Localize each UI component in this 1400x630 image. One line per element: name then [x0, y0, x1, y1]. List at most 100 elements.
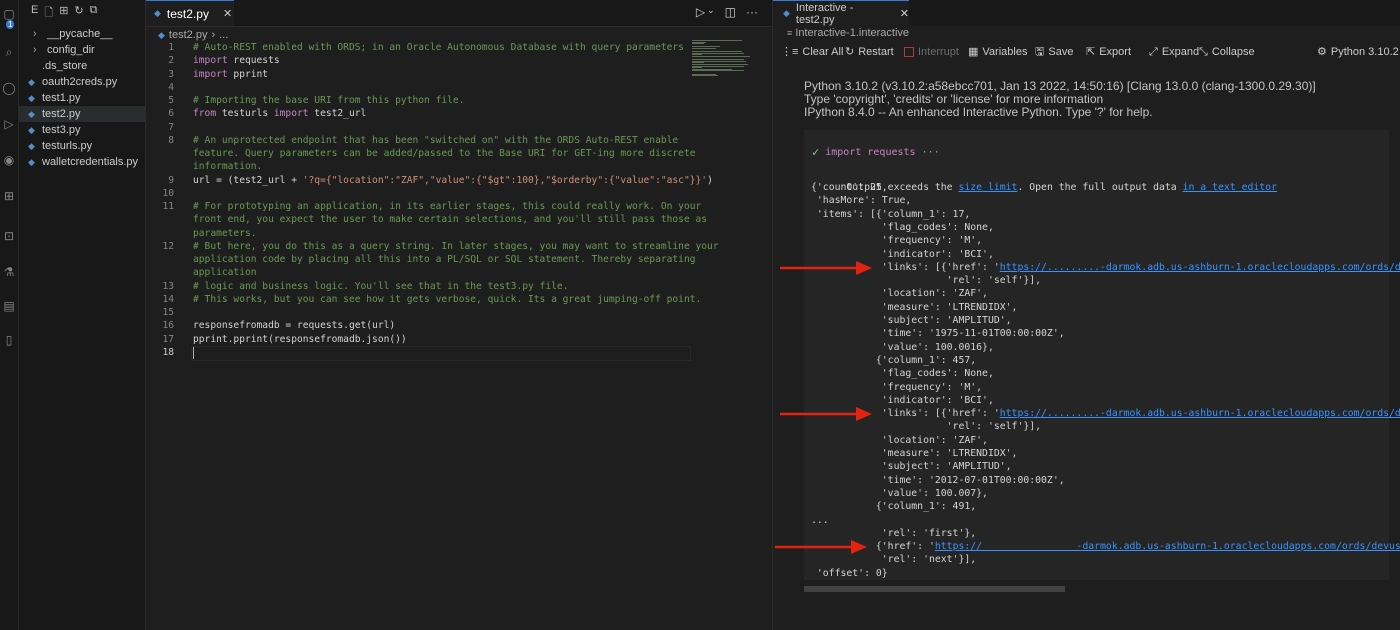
breadcrumb-file[interactable]: Interactive-1.interactive — [795, 27, 909, 39]
github-icon[interactable]: ◉ — [0, 150, 18, 170]
export-button[interactable]: ⇱ Export — [1086, 43, 1131, 61]
tree-item[interactable]: ◆ test3.py — [19, 122, 145, 138]
code-token: '?q={"location":"ZAF","value":{"$gt":100… — [302, 174, 708, 186]
save-label: Save — [1048, 46, 1074, 58]
cell-more[interactable]: ··· — [922, 147, 940, 158]
line-number: 6 — [168, 108, 174, 120]
explorer-panel: E 🗋 ⊞ ↻ ⧉ › __pycache__ › config_dir .ds_sto… — [19, 0, 146, 630]
line-number: 8 — [168, 134, 174, 146]
output-line: 'offset': 0} — [811, 567, 888, 580]
python-file-icon: ◆ — [28, 93, 35, 103]
remote-explorer-icon[interactable]: ⊡ — [0, 226, 18, 246]
code-token: application code by placing all this int… — [193, 254, 696, 265]
testing-icon[interactable]: ⚗ — [0, 262, 18, 282]
href-link[interactable]: https://.........-darmok.adb.us-ashburn-… — [1000, 262, 1400, 273]
export-icon: ⇱ — [1086, 46, 1096, 58]
interactive-toolbar: ⋮≡ Clear All ↻ Restart Interrupt ▦ Variable… — [773, 43, 1400, 61]
code-token: # Auto-REST enabled with ORDS; in an Ora… — [193, 42, 684, 53]
run-python-icon[interactable]: ▷ — [696, 5, 705, 19]
interactive-window: ◆ Interactive - test2.py ✕ ≡ Interactive… — [773, 0, 1400, 630]
href-link[interactable]: https://.........-darmok.adb.us-ashburn-… — [1000, 408, 1400, 419]
code-token: import — [273, 108, 309, 120]
size-limit-link[interactable]: size limit — [958, 182, 1017, 193]
output-text: 'flag_codes': None, — [811, 221, 994, 233]
tab-test2-py[interactable]: ◆ test2.py ✕ — [146, 0, 234, 26]
output-notice: Output exceeds the size limit. Open the … — [811, 168, 1277, 193]
editor-tab-bar: ◆ test2.py ✕ ▷ ⌄ ◫ ··· — [146, 0, 772, 27]
chevron-right-icon: › — [33, 28, 37, 40]
tree-item[interactable]: .ds_store — [19, 58, 145, 74]
output-line: 'flag_codes': None, — [811, 367, 994, 380]
code-line: 12 # But here, you do this as a query str… — [146, 240, 718, 253]
cell-input[interactable]: ✓ import requests ··· — [812, 145, 940, 159]
tab-interactive-test2[interactable]: ◆ Interactive - test2.py ✕ — [773, 0, 909, 26]
tree-item-label: testurls.py — [42, 140, 93, 152]
minimap-line — [692, 48, 716, 49]
clear-all-button[interactable]: ⋮≡ Clear All — [781, 43, 843, 61]
collapse-all-icon[interactable]: ⧉ — [90, 4, 98, 23]
code-text: # For prototyping an application, in its… — [193, 200, 701, 213]
tree-item[interactable]: ◆ test2.py — [19, 106, 145, 122]
refresh-icon[interactable]: ↻ — [74, 4, 83, 23]
open-text-editor-link[interactable]: in a text editor — [1183, 182, 1277, 193]
code-text: import pprint — [193, 68, 268, 81]
variables-button[interactable]: ▦ Variables — [968, 43, 1027, 61]
tree-item[interactable]: ◆ test1.py — [19, 90, 145, 106]
output-text: 'flag_codes': None, — [811, 368, 994, 380]
output-line: 'measure': 'LTRENDIDX', — [811, 301, 1018, 314]
split-editor-icon[interactable]: ◫ — [725, 5, 736, 19]
code-line: 3 import pprint — [146, 68, 691, 81]
tree-item[interactable]: ◆ oauth2creds.py — [19, 74, 145, 90]
tree-item-label: __pycache__ — [47, 28, 113, 40]
code-line: application code by placing all this int… — [146, 253, 696, 266]
output-line: 'location': 'ZAF', — [811, 434, 988, 447]
code-token: requests — [227, 55, 280, 67]
search-icon[interactable]: ⌕ — [0, 42, 18, 62]
restart-button[interactable]: ↻ Restart — [845, 43, 894, 61]
output-text: 'offset': 0} — [811, 567, 888, 579]
chevron-down-icon[interactable]: ⌄ — [707, 5, 715, 19]
save-button[interactable]: 🖫 Save — [1035, 43, 1073, 61]
run-debug-icon[interactable]: ▷ — [0, 114, 18, 134]
outline-icon[interactable]: ▯ — [0, 330, 18, 350]
more-actions-icon[interactable]: ··· — [746, 5, 758, 19]
tree-item[interactable]: ◆ testurls.py — [19, 138, 145, 154]
line-number: 2 — [168, 55, 174, 67]
minimap[interactable] — [692, 40, 754, 80]
extensions-icon[interactable]: ⊞ — [0, 186, 18, 206]
close-icon[interactable]: ✕ — [223, 7, 232, 20]
python-file-icon: ◆ — [158, 29, 165, 40]
expand-button[interactable]: ⤢ Expand — [1149, 43, 1199, 61]
activity-bar: ▢ 1 ⌕ ◯ ▷ ◉ ⊞ ⊡ ⚗ ▤ ▯ — [0, 0, 19, 630]
restart-label: Restart — [858, 46, 894, 58]
output-line: 'location': 'ZAF', — [811, 287, 988, 300]
href-link[interactable]: https:// -darmok.adb.us-ashburn-1.oracle… — [935, 541, 1400, 552]
new-folder-icon[interactable]: ⊞ — [59, 4, 68, 23]
tree-item[interactable]: › config_dir — [19, 42, 145, 58]
executed-cell[interactable]: ✓ import requests ··· Output exceeds the… — [804, 130, 1400, 580]
output-text: 'location': 'ZAF', — [811, 288, 988, 300]
tree-item[interactable]: ◆ walletcredentials.py — [19, 154, 145, 170]
kernel-label: Python 3.10.2 — [1330, 46, 1399, 58]
close-icon[interactable]: ✕ — [900, 7, 909, 20]
breadcrumb-symbols[interactable]: ... — [219, 29, 228, 41]
ipython-version-line: IPython 8.4.0 -- An enhanced Interactive… — [804, 105, 1153, 119]
collapse-button[interactable]: ⤡ Collapse — [1199, 43, 1255, 61]
interrupt-button[interactable]: Interrupt — [904, 43, 959, 61]
expand-label: Expand — [1161, 46, 1200, 58]
code-line: 8 # An unprotected endpoint that has been… — [146, 134, 691, 147]
kernel-picker[interactable]: ⚙ Python 3.10.2 — [1317, 43, 1399, 61]
output-line: 'items': [{'column_1': 17, — [811, 208, 970, 221]
tree-item-label: walletcredentials.py — [42, 156, 138, 168]
source-control-icon[interactable]: ◯ — [0, 78, 18, 98]
breadcrumb-file[interactable]: test2.py — [169, 29, 208, 41]
code-text: responsefromadb = requests.get(url) — [193, 319, 395, 332]
database-icon[interactable]: ▤ — [0, 296, 18, 316]
explorer-badge: 1 — [6, 20, 15, 29]
interactive-tab-bar: ◆ Interactive - test2.py ✕ — [773, 0, 1400, 26]
tree-item[interactable]: › __pycache__ — [19, 26, 145, 42]
horizontal-scrollbar[interactable] — [804, 586, 1065, 592]
new-file-icon[interactable]: 🗋 — [44, 4, 53, 23]
editor-actions: ▷ ⌄ ◫ ··· — [696, 5, 758, 19]
variables-label: Variables — [982, 46, 1028, 58]
